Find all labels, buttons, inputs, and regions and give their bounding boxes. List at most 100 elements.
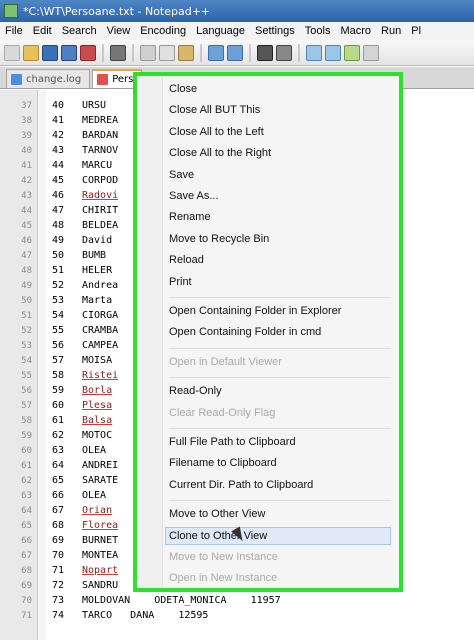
notepadpp-app-icon <box>4 4 18 18</box>
menu-item-move-to-recycle-bin[interactable]: Move to Recycle Bin <box>167 230 393 248</box>
cut-icon[interactable] <box>140 44 156 61</box>
menu-item-close[interactable]: Close <box>167 80 393 98</box>
record-id: 40 <box>52 100 65 111</box>
menu-language[interactable]: Language <box>191 25 250 37</box>
line-text: OLEA <box>82 445 107 456</box>
record-id: 42 <box>52 130 65 141</box>
line-text: MOISA <box>82 355 113 366</box>
line-text: BURNET <box>82 535 119 546</box>
menu-item-move-to-other-view[interactable]: Move to Other View <box>167 505 393 523</box>
line-number: 38 <box>21 115 32 126</box>
editor-line[interactable]: 71 74 TARCO DANA 12595 <box>0 608 474 623</box>
editor-line[interactable]: 70 73 MOLDOVAN ODETA_MONICA 11957 <box>0 593 474 608</box>
record-id: 66 <box>52 490 65 501</box>
tab-file-0[interactable]: change.log <box>6 69 91 88</box>
menu-item-open-in-default-viewer: Open in Default Viewer <box>169 355 282 368</box>
menu-file[interactable]: File <box>0 25 28 37</box>
record-id: 53 <box>52 295 65 306</box>
open-folder-icon[interactable] <box>23 44 39 61</box>
line-text: Ristei <box>82 370 119 381</box>
record-id: 61 <box>52 415 65 426</box>
line-text: MARCU <box>82 160 113 171</box>
line-text: ANDREI <box>82 460 119 471</box>
save-icon[interactable] <box>42 44 58 61</box>
record-id: 64 <box>52 460 65 471</box>
menu-separator <box>169 377 391 379</box>
zoom-out-icon[interactable] <box>325 44 341 61</box>
undo-icon[interactable] <box>208 44 224 61</box>
line-text: CORPOD <box>82 175 119 186</box>
tab-active[interactable]: Pers <box>92 69 143 88</box>
menu-run[interactable]: Run <box>376 25 406 37</box>
record-id: 55 <box>52 325 65 336</box>
replace-icon[interactable] <box>276 44 292 61</box>
menu-item-filename-to-clipboard[interactable]: Filename to Clipboard <box>167 454 393 472</box>
line-text: CAMPEA <box>82 340 119 351</box>
toolbar-separator <box>200 43 202 62</box>
menu-item-save-as[interactable]: Save As... <box>167 187 393 205</box>
line-number: 57 <box>21 400 32 411</box>
line-number: 67 <box>21 550 32 561</box>
menu-encoding[interactable]: Encoding <box>135 25 191 37</box>
menu-pl[interactable]: Pl <box>406 25 426 37</box>
menu-item-open-containing-folder-in-cmd[interactable]: Open Containing Folder in cmd <box>167 323 393 341</box>
line-text: TARCO DANA 12595 <box>82 610 209 621</box>
line-text: BARDAN <box>82 130 119 141</box>
redo-icon[interactable] <box>227 44 243 61</box>
zoom-in-icon[interactable] <box>306 44 322 61</box>
menu-item-save[interactable]: Save <box>167 166 393 184</box>
copy-icon[interactable] <box>159 44 175 61</box>
line-number: 51 <box>21 310 32 321</box>
record-id: 49 <box>52 235 65 246</box>
menu-item-read-only[interactable]: Read-Only <box>167 382 393 400</box>
menu-item-print[interactable]: Print <box>167 273 393 291</box>
paste-icon[interactable] <box>178 44 194 61</box>
line-number: 42 <box>21 175 32 186</box>
tab-label: change.log <box>26 73 82 85</box>
line-number: 56 <box>21 385 32 396</box>
word-wrap-icon[interactable] <box>363 44 379 61</box>
menu-item-rename[interactable]: Rename <box>167 208 393 226</box>
menu-settings[interactable]: Settings <box>250 25 300 37</box>
find-icon[interactable] <box>257 44 273 61</box>
sync-scroll-icon[interactable] <box>344 44 360 61</box>
menu-item-close-all-but-this[interactable]: Close All BUT This <box>167 101 393 119</box>
line-number: 60 <box>21 445 32 456</box>
line-text: Radovi <box>82 190 119 201</box>
menu-search[interactable]: Search <box>57 25 102 37</box>
menu-edit[interactable]: Edit <box>28 25 57 37</box>
line-number: 64 <box>21 505 32 516</box>
menu-item-clone-to-other-view[interactable]: Clone to Other View <box>165 526 391 545</box>
record-id: 71 <box>52 565 65 576</box>
new-file-icon[interactable] <box>4 44 20 61</box>
menu-item-clear-read-only-flag: Clear Read-Only Flag <box>169 406 276 419</box>
line-number: 39 <box>21 130 32 141</box>
menu-item-full-file-path-to-clipboard[interactable]: Full File Path to Clipboard <box>167 433 393 451</box>
line-number: 53 <box>21 340 32 351</box>
line-text: CRAMBA <box>82 325 119 336</box>
menu-item-close-all-to-the-right[interactable]: Close All to the Right <box>167 144 393 162</box>
menu-item-open-containing-folder-in-explorer[interactable]: Open Containing Folder in Explorer <box>167 302 393 320</box>
menu-item-close-all-to-the-left[interactable]: Close All to the Left <box>167 123 393 141</box>
menu-view[interactable]: View <box>102 25 136 37</box>
line-text: BELDEA <box>82 220 119 231</box>
menu-item-reload[interactable]: Reload <box>167 251 393 269</box>
close-file-icon[interactable] <box>80 44 96 61</box>
line-number: 70 <box>21 595 32 606</box>
menu-macro[interactable]: Macro <box>335 25 376 37</box>
line-number: 63 <box>21 490 32 501</box>
record-id: 70 <box>52 550 65 561</box>
menu-separator <box>169 347 391 349</box>
line-number: 54 <box>21 355 32 366</box>
line-text: OLEA <box>82 490 107 501</box>
record-id: 73 <box>52 595 65 606</box>
menu-item-current-dir-path-to-clipboard[interactable]: Current Dir. Path to Clipboard <box>167 476 393 494</box>
menu-separator <box>169 428 391 429</box>
window-title: *C:\WT\Persoane.txt - Notepad++ <box>23 4 211 18</box>
menu-tools[interactable]: Tools <box>300 25 336 37</box>
save-state-icon <box>11 73 22 85</box>
save-all-icon[interactable] <box>61 44 77 61</box>
print-icon[interactable] <box>110 44 126 61</box>
line-text: Balsa <box>82 415 113 426</box>
toolbar <box>0 40 474 66</box>
